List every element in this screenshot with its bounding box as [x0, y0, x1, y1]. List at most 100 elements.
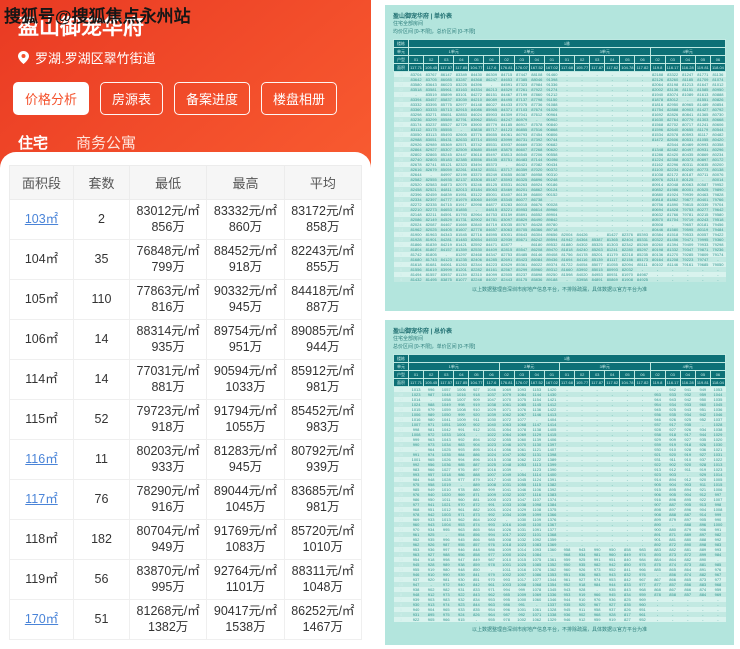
unit-count: 182 [73, 519, 130, 560]
unit-name: 1单元 [408, 47, 500, 56]
type-value: 02 [498, 370, 515, 379]
grid-cell: 82443 [499, 277, 515, 282]
max-price-cell: 81283元/㎡ 945万 [206, 439, 285, 480]
type-value: 01 [407, 370, 425, 379]
property-app-panel: 搜狐号@搜狐焦点永州站 盈山御宠华府 罗湖.罗湖区翠竹街道 价格分析 房源表 备案进… [0, 0, 371, 649]
summary-col-header: 最低 [128, 165, 208, 200]
grid-cell: - [650, 277, 666, 282]
area-link[interactable]: 170㎡ [25, 612, 58, 626]
tab-0[interactable]: 价格分析 [13, 82, 90, 115]
type-value: 01 [407, 55, 425, 64]
max-price-cell: 83332元/㎡ 860万 [206, 199, 285, 240]
grid-floor-row: 3 922 905 966 915-955 978 1002 1062 1329 946 912 95… [393, 617, 726, 622]
avg-price-cell: 85720元/㎡ 1010万 [283, 519, 363, 560]
panel-title: 盈山御宠华府 | 总价表 [393, 329, 453, 335]
area-text: 115㎡ [25, 411, 58, 426]
table-row: 118㎡ 182 80704元/㎡ 949万 91769元/㎡ 1083万 85720元/㎡… [9, 519, 363, 560]
type-label: 户型 [393, 370, 409, 379]
tab-2[interactable]: 备案进度 [174, 82, 251, 115]
grid-unit-row: 单元 1单元 2单元 3单元 4单元 [393, 362, 726, 371]
unit-count: 52 [73, 399, 130, 440]
unit-count: 76 [73, 479, 130, 520]
grid-cell: - [665, 617, 681, 622]
area-value: 119.81 [694, 63, 711, 72]
area-link[interactable]: 116㎡ [25, 452, 57, 466]
avg-price-cell: 84418元/㎡ 887万 [283, 279, 363, 320]
min-price-cell: 80203元/㎡ 933万 [128, 439, 208, 480]
grid-cell: 905 [423, 617, 439, 622]
type-value: 05 [694, 370, 711, 379]
area-value: 105.45 [423, 63, 440, 72]
area-link[interactable]: 117㎡ [25, 492, 57, 506]
unit-count: 110 [73, 279, 130, 320]
map-pin-icon [18, 51, 29, 64]
type-value: 04 [528, 55, 545, 64]
grid-cell: 84891 [589, 277, 605, 282]
area-value: 119.8 [649, 378, 666, 387]
type-value: 01 [558, 55, 576, 64]
grid-cell: - [695, 277, 711, 282]
grid-cell: 955 [483, 617, 500, 622]
area-value: 118.04 [709, 378, 727, 387]
grid-cell: 81495 [423, 277, 439, 282]
area-value: 117.62 [604, 378, 621, 387]
grid-cell: - [665, 277, 681, 282]
unit-name: 2单元 [498, 362, 560, 371]
panel-subtitle: 住宅全部房间 [393, 21, 424, 27]
unit-count: 11 [73, 439, 130, 480]
area-link[interactable]: 103㎡ [25, 212, 58, 226]
tab-3[interactable]: 楼盘相册 [261, 82, 338, 115]
sohu-watermark: 搜狐号@搜狐焦点永州站 [4, 7, 191, 26]
grid-cell: 83875 [438, 277, 454, 282]
summary-header-row: 面积段 套数 最低 最高 平均 [9, 165, 363, 200]
panel-footer: 以上数据整理自深圳市房地产信息平台，不排除疏漏，具体数据以官方平台为准 [471, 627, 647, 633]
grid-cell: 85175 [514, 277, 530, 282]
max-price-cell: 89754元/㎡ 951万 [206, 319, 285, 360]
avg-price-cell: 83685元/㎡ 981万 [283, 479, 363, 520]
grid-cell: 84925 [634, 277, 650, 282]
grid-cell: 1062 [529, 617, 545, 622]
grid-area-row: 面积 117.71 105.45 117.57 117.85 104.77 117.6 176… [393, 378, 727, 387]
type-value: 03 [589, 370, 606, 379]
min-price-cell: 78290元/㎡ 916万 [128, 479, 208, 520]
summary-col-header: 套数 [73, 165, 130, 200]
avg-price-cell: 80792元/㎡ 939万 [283, 439, 363, 480]
type-value: 04 [604, 370, 621, 379]
total-price-grid: 楼栋 1栋 单元 1单元 2单元 3单元 4单元 户型 01 02 03 04 05 06 02 03 04 01… [393, 354, 727, 622]
max-price-cell: 92764元/㎡ 1101万 [206, 559, 285, 600]
summary-table-body: 103㎡ 2 83012元/㎡ 856万 83332元/㎡ 860万 83172元/㎡ 858… [9, 199, 363, 640]
type-value: 03 [438, 370, 455, 379]
area-value: 117.82 [634, 63, 651, 72]
min-price-cell: 79723元/㎡ 918万 [128, 399, 208, 440]
area-value: 105.77 [574, 63, 591, 72]
unit-label: 单元 [393, 47, 409, 56]
area-value: 117.87 [589, 63, 606, 72]
grid-type-row: 户型 01 02 03 04 05 06 02 03 04 01 01 02 03 04 05 06 02 03 04… [393, 370, 727, 379]
area-value: 176.07 [513, 63, 530, 72]
max-price-cell: 91794元/㎡ 1055万 [206, 399, 285, 440]
max-price-cell: 90594元/㎡ 1033万 [206, 359, 285, 400]
type-value: 06 [483, 55, 500, 64]
area-value: 167.02 [543, 63, 560, 72]
unit-name: 2单元 [498, 47, 560, 56]
area-value: 176.07 [513, 378, 530, 387]
property-location: 罗湖.罗湖区翠竹街道 [35, 51, 156, 66]
area-value: 117.57 [438, 63, 455, 72]
area-text: 114㎡ [25, 371, 58, 386]
type-value: 05 [619, 55, 636, 64]
type-value: 06 [634, 370, 651, 379]
grid-floor-row: 4 81432 81495 83875 81077 82248 84037 82443 8517… [393, 277, 726, 282]
avg-price-cell: 89085元/㎡ 944万 [283, 319, 363, 360]
type-value: 02 [498, 55, 515, 64]
unit-count: 14 [73, 319, 130, 360]
max-price-cell: 88452元/㎡ 918万 [206, 239, 285, 280]
area-value: 176.81 [498, 63, 515, 72]
type-value: 03 [513, 55, 530, 64]
tab-1[interactable]: 房源表 [100, 82, 164, 115]
type-value: 03 [664, 55, 681, 64]
area-text: 105㎡ [24, 291, 59, 306]
area-label: 面积 [393, 378, 409, 387]
unit-price-grid: 楼栋 1栋 单元 1单元 2单元 3单元 4单元 户型 01 02 03 04 05 06 02 03 04 01… [393, 39, 727, 282]
panel-footer: 以上数据整理自深圳市房地产信息平台，不排除疏漏，具体数据以官方平台为准 [471, 287, 647, 293]
grid-cell: 912 [574, 617, 590, 622]
